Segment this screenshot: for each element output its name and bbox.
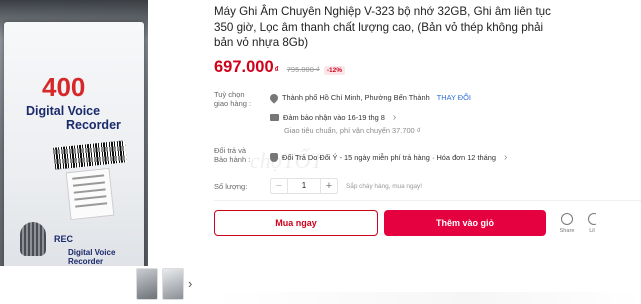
truck-icon bbox=[270, 114, 279, 121]
chevron-right-icon: › bbox=[392, 112, 397, 123]
current-price: 697.000 bbox=[214, 58, 274, 76]
more-button[interactable]: Lil bbox=[588, 212, 596, 234]
shipping-label: Tuỳ chọn giao hàng : bbox=[214, 90, 252, 108]
standard-shipping: Giao tiêu chuẩn, phí vận chuyển 37.700 ₫ bbox=[284, 126, 421, 135]
heart-icon bbox=[588, 212, 596, 225]
discount-badge: -12% bbox=[323, 66, 345, 75]
thumbnail-strip: › bbox=[136, 266, 198, 302]
box-title-line2: Recorder bbox=[66, 118, 121, 132]
watermark: chợTỐT bbox=[250, 148, 323, 173]
box-number: 400 bbox=[42, 72, 86, 102]
location-pin-icon bbox=[268, 91, 280, 104]
buy-now-button[interactable]: Mua ngay bbox=[214, 210, 378, 236]
price-row: 697.000 ₫ 795.000 ₫ -12% bbox=[214, 58, 345, 77]
delivery-location: Thành phố Hồ Chí Minh, Phường Bến Thành … bbox=[268, 91, 471, 104]
share-label: Share bbox=[559, 227, 575, 234]
original-price: 795.000 ₫ bbox=[286, 65, 320, 74]
chevron-right-icon: › bbox=[503, 152, 508, 163]
barcode-label bbox=[53, 140, 127, 170]
decrease-button[interactable]: − bbox=[271, 179, 287, 193]
quantity-stepper: − 1 + bbox=[270, 178, 338, 194]
currency-symbol: ₫ bbox=[274, 65, 279, 74]
bottom-shadow bbox=[214, 292, 641, 304]
delivery-guarantee[interactable]: Đảm bảo nhận vào 16-19 thg 8 › bbox=[270, 112, 396, 123]
rec-subtitle: Digital Voice Recorder bbox=[68, 248, 116, 266]
location-text: Thành phố Hồ Chí Minh, Phường Bến Thành bbox=[282, 93, 430, 102]
product-title: Máy Ghi Âm Chuyên Nghiệp V-323 bộ nhớ 32… bbox=[214, 5, 551, 49]
divider bbox=[214, 200, 641, 201]
thumbnail-1[interactable] bbox=[136, 268, 158, 300]
more-label: Lil bbox=[589, 227, 595, 234]
rec-label: REC bbox=[54, 234, 74, 244]
guarantee-text: Đảm bảo nhận vào 16-19 thg 8 bbox=[283, 113, 385, 122]
microphone-graphic bbox=[20, 222, 46, 256]
thumbnail-2[interactable] bbox=[162, 268, 184, 300]
change-location-link[interactable]: THAY ĐỔI bbox=[437, 93, 471, 102]
stock-note: Sắp cháy hàng, mua ngay! bbox=[346, 182, 423, 190]
quantity-value[interactable]: 1 bbox=[287, 179, 321, 193]
product-box: 400 Digital Voice Recorder REC Digital V… bbox=[4, 22, 144, 266]
add-to-cart-button[interactable]: Thêm vào giỏ bbox=[384, 210, 546, 236]
increase-button[interactable]: + bbox=[321, 179, 337, 193]
action-buttons: Mua ngay Thêm vào giỏ Share Lil bbox=[214, 210, 596, 236]
box-title-line1: Digital Voice bbox=[26, 104, 101, 118]
box-sticker bbox=[65, 167, 115, 221]
box-title: Digital Voice Recorder bbox=[26, 104, 146, 132]
share-icon bbox=[561, 212, 573, 225]
chevron-right-icon[interactable]: › bbox=[188, 277, 198, 291]
quantity-label: Số lượng: bbox=[214, 181, 248, 191]
product-gallery: 400 Digital Voice Recorder REC Digital V… bbox=[0, 0, 200, 304]
share-button[interactable]: Share bbox=[552, 212, 582, 234]
quantity-row: Số lượng: − 1 + Sắp cháy hàng, mua ngay! bbox=[214, 178, 422, 194]
main-product-photo[interactable]: 400 Digital Voice Recorder REC Digital V… bbox=[0, 0, 148, 266]
